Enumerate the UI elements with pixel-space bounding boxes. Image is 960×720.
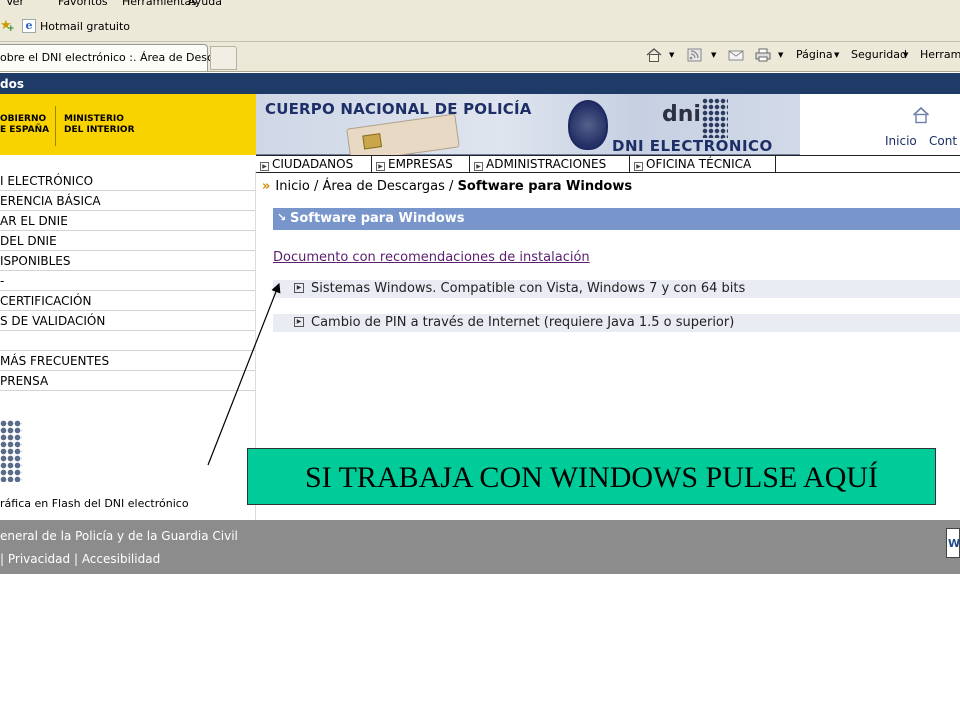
title-strip-text: dos	[0, 77, 24, 91]
section-tabs: ▶ CIUDADANOS ▶ EMPRESAS ▶ ADMINISTRACIONES …	[256, 155, 960, 173]
banner-agency-title: CUERPO NACIONAL DE POLICÍA	[265, 100, 532, 118]
home-dropdown-icon[interactable]: ▼	[669, 51, 674, 59]
police-seal-icon	[568, 100, 608, 150]
page-dropdown-icon[interactable]: ▼	[834, 51, 839, 59]
banner-product-title: DNI ELECTRÓNICO	[612, 137, 773, 155]
footer-privacy-link[interactable]: Privacidad	[8, 552, 70, 566]
breadcrumb-current: Software para Windows	[457, 179, 633, 194]
active-tab[interactable]: obre el DNI electrónico :. Área de Desc.…	[0, 44, 224, 71]
footer-accessibility-link[interactable]: Accesibilidad	[82, 552, 160, 566]
home-page-icon[interactable]	[912, 106, 930, 124]
sidebar-item-dni-electronico[interactable]: I ELECTRÓNICO	[0, 171, 256, 191]
security-menu[interactable]: Seguridad	[851, 48, 907, 64]
download-windows-link[interactable]: Sistemas Windows. Compatible con Vista, …	[311, 281, 745, 296]
feeds-dropdown-icon[interactable]: ▼	[711, 51, 716, 59]
annotation-callout: SI TRABAJA CON WINDOWS PULSE AQUÍ	[247, 448, 936, 505]
favorite-hotmail-link[interactable]: Hotmail gratuito	[40, 20, 130, 33]
tab-bullet-icon: ▶	[474, 162, 483, 171]
add-favorite-icon[interactable]: +	[7, 24, 15, 34]
favorites-bar: ★ + e Hotmail gratuito	[0, 8, 960, 42]
sidebar-item-disponibles[interactable]: ISPONIBLES	[0, 251, 256, 271]
download-bullet-icon: ▶	[294, 283, 304, 293]
page-footer: eneral de la Policía y de la Guardia Civ…	[0, 520, 960, 574]
new-tab-button[interactable]	[210, 46, 237, 70]
tab-empresas[interactable]: ▶ EMPRESAS	[372, 156, 470, 173]
page-title-strip: dos	[0, 73, 960, 94]
download-row-pin-change[interactable]: ▶ Cambio de PIN a través de Internet (re…	[273, 314, 960, 332]
section-arrow-icon: ↘	[277, 211, 287, 224]
sidebar-item-blank[interactable]	[0, 331, 256, 351]
print-icon[interactable]	[754, 47, 772, 63]
dnie-dots-logo-icon[interactable]	[0, 420, 22, 482]
breadcrumb: » Inicio / Área de Descargas / Software p…	[262, 179, 633, 194]
menu-favorites[interactable]: Favoritos	[58, 0, 108, 8]
tab-bullet-icon: ▶	[376, 162, 385, 171]
logo-divider	[55, 106, 56, 146]
card-chip-icon	[362, 133, 383, 150]
security-dropdown-icon[interactable]: ▼	[903, 51, 908, 59]
mail-icon[interactable]	[727, 47, 745, 63]
ministerio-interior-logo[interactable]: MINISTERIO DEL INTERIOR	[64, 114, 135, 136]
download-pin-change-link[interactable]: Cambio de PIN a través de Internet (requ…	[311, 315, 734, 330]
print-dropdown-icon[interactable]: ▼	[778, 51, 783, 59]
sidebar-item-certificacion[interactable]: CERTIFICACIÓN	[0, 291, 256, 311]
page-menu[interactable]: Página	[796, 48, 833, 64]
footer-links: | Privacidad | Accesibilidad	[0, 552, 161, 566]
download-row-windows[interactable]: ▶ Sistemas Windows. Compatible con Vista…	[273, 280, 960, 298]
government-logo-band: OBIERNO E ESPAÑA MINISTERIO DEL INTERIOR	[0, 94, 256, 155]
tab-ciudadanos[interactable]: ▶ CIUDADANOS	[256, 156, 372, 173]
dnie-banner: CUERPO NACIONAL DE POLICÍA dni DNI ELECT…	[256, 94, 800, 163]
menu-tools[interactable]: Herramientas	[122, 0, 197, 8]
feeds-icon[interactable]	[686, 47, 704, 63]
install-recommendations-link[interactable]: Documento con recomendaciones de instala…	[273, 250, 590, 265]
dni-dots-icon	[702, 98, 728, 138]
sidebar-item-referencia-basica[interactable]: ERENCIA BÁSICA	[0, 191, 256, 211]
tab-bar: obre el DNI electrónico :. Área de Desc.…	[0, 42, 960, 72]
tools-menu[interactable]: Herrami	[920, 48, 960, 64]
sidebar-item-prensa[interactable]: PRENSA	[0, 371, 256, 391]
menu-help[interactable]: Ayuda	[188, 0, 222, 8]
section-title: Software para Windows	[290, 211, 465, 226]
annotation-callout-text: SI TRABAJA CON WINDOWS PULSE AQUÍ	[304, 461, 879, 494]
menu-bar: Ver Favoritos Herramientas Ayuda	[0, 0, 960, 8]
breadcrumb-section[interactable]: Área de Descargas	[322, 179, 444, 194]
breadcrumb-arrow-icon: »	[262, 179, 271, 194]
sidebar-item-faq[interactable]: MÁS FRECUENTES	[0, 351, 256, 371]
sidebar-item-validacion[interactable]: S DE VALIDACIÓN	[0, 311, 256, 331]
sidebar-menu: I ELECTRÓNICO ERENCIA BÁSICA AR EL DNIE …	[0, 171, 256, 391]
tab-bullet-icon: ▶	[634, 162, 643, 171]
section-header: ↘ Software para Windows	[273, 208, 960, 230]
active-tab-title: obre el DNI electrónico :. Área de Desc.…	[0, 51, 224, 64]
menu-view[interactable]: Ver	[6, 0, 24, 8]
top-nav-contact-link[interactable]: Cont	[929, 134, 957, 148]
flash-guide-link[interactable]: ráfica en Flash del DNI electrónico	[0, 497, 189, 510]
breadcrumb-home[interactable]: Inicio	[275, 179, 309, 194]
sidebar-item-del-dnie[interactable]: DEL DNIE	[0, 231, 256, 251]
dni-logo-text: dni	[662, 102, 701, 127]
gobierno-espana-logo[interactable]: OBIERNO E ESPAÑA	[0, 114, 49, 136]
sidebar-item-dash[interactable]: -	[0, 271, 256, 291]
tab-administraciones[interactable]: ▶ ADMINISTRACIONES	[470, 156, 630, 173]
download-bullet-icon: ▶	[294, 317, 304, 327]
top-navigation: Inicio Cont	[800, 94, 960, 155]
ie-page-icon: e	[22, 19, 36, 33]
home-icon[interactable]	[645, 47, 663, 63]
sidebar-item-utilizar-dnie[interactable]: AR EL DNIE	[0, 211, 256, 231]
footer-copyright: eneral de la Policía y de la Guardia Civ…	[0, 529, 238, 543]
top-nav-home-link[interactable]: Inicio	[885, 134, 917, 148]
tab-bullet-icon: ▶	[260, 162, 269, 171]
tab-oficina-tecnica[interactable]: ▶ OFICINA TÉCNICA	[630, 156, 776, 173]
w3c-badge[interactable]: W	[946, 528, 960, 558]
